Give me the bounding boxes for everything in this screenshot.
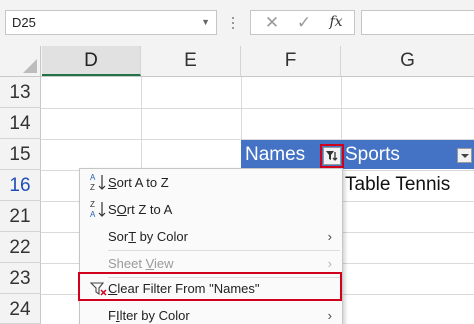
menu-item-accel: T	[128, 229, 136, 244]
row-header[interactable]: 23	[0, 263, 41, 294]
chevron-right-icon: ›	[327, 308, 332, 323]
select-all-triangle-icon[interactable]	[23, 59, 37, 73]
svg-text:A: A	[90, 210, 96, 219]
menu-item-accel: O	[116, 202, 127, 217]
chevron-right-icon: ›	[327, 229, 332, 244]
select-all-button[interactable]	[0, 46, 41, 76]
menu-item-label: ort A to Z	[116, 175, 169, 190]
formula-buttons: ✕ ✓ fx	[250, 10, 355, 35]
row-header[interactable]: 22	[0, 232, 41, 263]
menu-item-label: rt Z to A	[126, 202, 173, 217]
table-header-sports[interactable]: Sports	[341, 140, 474, 169]
column-header-row: D E F G	[0, 46, 474, 77]
name-box[interactable]: D25 ▼	[5, 10, 217, 35]
column-header-g[interactable]: G	[341, 46, 474, 76]
enter-icon[interactable]: ✓	[287, 11, 321, 34]
clear-filter-highlight	[78, 272, 342, 301]
filter-button-highlight	[320, 144, 344, 168]
column-header-e[interactable]: E	[141, 46, 241, 76]
svg-text:Z: Z	[90, 183, 95, 192]
table-header-label: Sports	[345, 144, 400, 165]
svg-text:A: A	[90, 173, 96, 182]
chevron-down-icon[interactable]: ▼	[201, 11, 210, 34]
menu-item-accel: S	[108, 175, 117, 190]
menu-item-sort-a-to-z[interactable]: A Z Sort A to Z	[80, 169, 342, 196]
menu-item-sort-by-color[interactable]: SorT by Color ›	[80, 223, 342, 250]
sort-za-icon: Z A	[90, 200, 106, 219]
row-header[interactable]: 24	[0, 294, 41, 324]
column-header-f[interactable]: F	[241, 46, 341, 76]
menu-item-accel: I	[115, 308, 120, 323]
gridline	[41, 108, 474, 109]
row-header[interactable]: 14	[0, 108, 41, 139]
row-header[interactable]: 15	[0, 139, 41, 170]
cell-g16[interactable]: Table Tennis	[345, 174, 450, 196]
filter-dropdown-button[interactable]	[457, 148, 472, 163]
formula-bar: D25 ▼ ✕ ✓ fx	[0, 0, 474, 46]
table-header-label: Names	[245, 144, 306, 165]
chevron-down-icon	[461, 154, 469, 158]
cancel-icon[interactable]: ✕	[255, 11, 289, 34]
column-header-d[interactable]: D	[42, 46, 141, 76]
formula-input[interactable]	[361, 10, 474, 35]
row-header-active[interactable]: 16	[0, 170, 41, 201]
menu-item-filter-by-color[interactable]: FIlter by Color ›	[80, 302, 342, 324]
sort-az-icon: A Z	[90, 173, 106, 192]
name-box-value: D25	[12, 15, 36, 30]
row-header[interactable]: 13	[0, 77, 41, 108]
menu-item-sort-z-to-a[interactable]: Z A SOrt Z to A	[80, 196, 342, 223]
formula-bar-resize-handle[interactable]	[227, 14, 239, 32]
svg-text:Z: Z	[90, 200, 95, 209]
insert-function-icon[interactable]: fx	[319, 11, 353, 34]
row-header[interactable]: 21	[0, 201, 41, 232]
